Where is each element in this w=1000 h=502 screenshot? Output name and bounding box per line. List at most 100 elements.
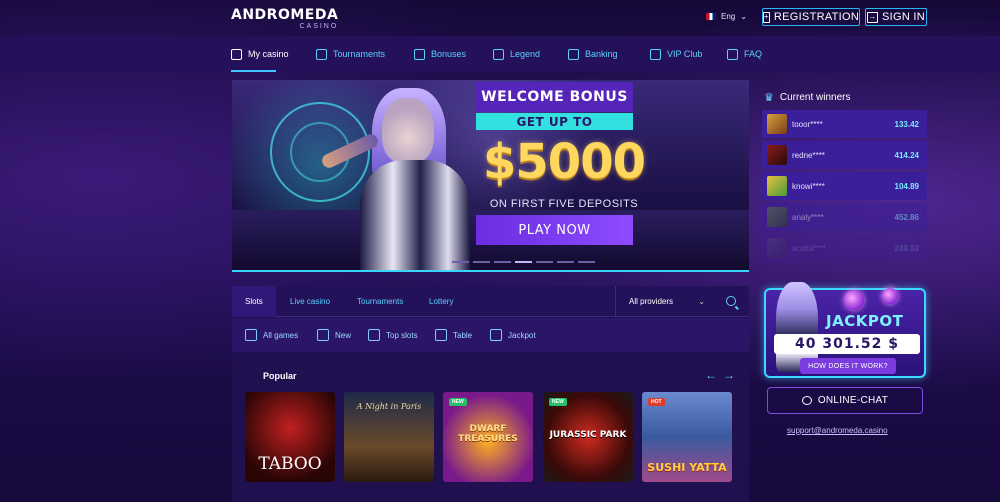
arrow-left-icon[interactable]: ← xyxy=(705,368,717,382)
nav-active-indicator xyxy=(231,70,276,72)
subcat-table[interactable]: Table xyxy=(435,318,472,352)
tab-lottery[interactable]: Lottery xyxy=(429,286,453,317)
winner-amount: 133.42 xyxy=(894,119,919,129)
slider-dot-active[interactable] xyxy=(515,261,532,263)
nav-item-legend[interactable]: Legend xyxy=(493,36,540,72)
subcat-top-slots[interactable]: Top slots xyxy=(368,318,418,352)
nav-label: FAQ xyxy=(744,49,763,59)
tab-tournaments[interactable]: Tournaments xyxy=(357,286,403,317)
jackpot-icon xyxy=(490,329,502,341)
game-tile-night-in-paris[interactable]: A Night in Paris xyxy=(344,392,434,482)
winner-game-thumb xyxy=(767,207,787,227)
support-email-link[interactable]: support@andromeda.casino xyxy=(787,426,888,435)
winner-amount: 414.24 xyxy=(894,150,919,160)
nav-item-vip-club[interactable]: VIP Club xyxy=(650,36,702,72)
winner-amount: 249.53 xyxy=(894,243,919,253)
winner-row[interactable]: redne**** 414.24 xyxy=(762,141,927,169)
legend-icon xyxy=(493,48,504,60)
logo[interactable]: ANDROMEDA CASINO xyxy=(231,7,338,31)
nav-item-banking[interactable]: Banking xyxy=(568,36,618,72)
top-bar: ANDROMEDA CASINO Eng ⌄ + REGISTRATION → … xyxy=(0,0,1000,36)
section-title: Popular xyxy=(263,371,297,381)
tab-live-casino[interactable]: Live casino xyxy=(290,286,330,317)
winner-user: redne**** xyxy=(792,150,825,160)
subcat-label: Table xyxy=(453,330,473,340)
winner-game-thumb xyxy=(767,176,787,196)
nav-label: Legend xyxy=(510,49,541,59)
logo-main-text: ANDROMEDA xyxy=(231,7,339,23)
sign-in-button[interactable]: → SIGN IN xyxy=(865,8,927,26)
winner-user: analy**** xyxy=(792,212,824,222)
winner-game-thumb xyxy=(767,114,787,134)
tab-slots[interactable]: Slots xyxy=(232,286,276,317)
online-chat-label: ONLINE-CHAT xyxy=(817,395,889,406)
language-selector[interactable]: Eng ⌄ xyxy=(706,12,747,21)
slider-dot[interactable] xyxy=(494,261,511,263)
subcat-label: Top slots xyxy=(386,330,418,340)
slider-dot[interactable] xyxy=(536,261,553,263)
winner-game-thumb xyxy=(767,238,787,258)
play-now-button[interactable]: PLAY NOW xyxy=(476,215,633,245)
jackpot-coin-icon xyxy=(882,288,898,304)
uk-flag-icon xyxy=(706,13,716,20)
winner-row[interactable]: knowi**** 104.89 xyxy=(762,172,927,200)
new-icon xyxy=(317,329,329,341)
character-face xyxy=(382,98,434,164)
search-icon[interactable] xyxy=(726,296,736,306)
slider-dots xyxy=(452,261,595,263)
jackpot-coin-icon xyxy=(844,290,864,310)
game-tile-sushi-yatta[interactable]: HOT SUSHI YATTA xyxy=(642,392,732,482)
nav-item-tournaments[interactable]: Tournaments xyxy=(316,36,385,72)
main-nav: My casino Tournaments Bonuses Legend Ban… xyxy=(0,36,1000,72)
subcat-label: Jackpot xyxy=(508,330,536,340)
nav-label: Tournaments xyxy=(333,49,386,59)
nav-label: Banking xyxy=(585,49,618,59)
subcat-label: All games xyxy=(263,330,299,340)
slider-dot[interactable] xyxy=(452,261,469,263)
vip-icon xyxy=(650,48,661,60)
winner-amount: 104.89 xyxy=(894,181,919,191)
game-title: JURASSIC PARK xyxy=(549,430,627,440)
welcome-bonus-banner[interactable]: WELCOME BONUS GET UP TO $5000 ON FIRST F… xyxy=(232,80,749,272)
game-tabs: Slots Live casino Tournaments Lottery Al… xyxy=(232,286,749,317)
jackpot-label: JACKPOT xyxy=(826,312,904,330)
registration-button[interactable]: + REGISTRATION xyxy=(762,8,860,26)
slider-dot[interactable] xyxy=(578,261,595,263)
winners-title: Current winners xyxy=(779,92,851,103)
table-icon xyxy=(435,329,447,341)
login-icon: → xyxy=(866,11,878,23)
slider-dot[interactable] xyxy=(473,261,490,263)
winner-user: scotta**** xyxy=(792,243,826,253)
arrow-right-icon[interactable]: → xyxy=(723,368,735,382)
jackpot-widget[interactable]: JACKPOT 40 301.52 $ HOW DOES IT WORK? xyxy=(764,282,926,378)
subcat-label: New xyxy=(335,330,352,340)
slider-dot[interactable] xyxy=(557,261,574,263)
game-tile-taboo[interactable]: TABOO xyxy=(245,392,335,482)
new-badge: NEW xyxy=(449,398,467,406)
banner-amount: $5000 xyxy=(483,134,646,190)
winner-row[interactable]: tooor**** 133.42 xyxy=(762,110,927,138)
plus-icon: + xyxy=(762,11,770,23)
banking-icon xyxy=(568,48,579,60)
online-chat-button[interactable]: ONLINE-CHAT xyxy=(767,387,923,414)
logo-sub-text: CASINO xyxy=(299,23,339,30)
banner-title: WELCOME BONUS xyxy=(476,82,633,112)
game-tile-dwarf-treasures[interactable]: NEW DWARF TREASURES xyxy=(443,392,533,482)
nav-item-my-casino[interactable]: My casino xyxy=(231,36,289,72)
subcategory-bar: All games New Top slots Table Jackpot xyxy=(232,318,749,352)
tournaments-icon xyxy=(316,48,327,60)
how-does-it-work-button[interactable]: HOW DOES IT WORK? xyxy=(800,358,896,374)
nav-item-bonuses[interactable]: Bonuses xyxy=(414,36,466,72)
subcat-all-games[interactable]: All games xyxy=(245,318,298,352)
nav-item-faq[interactable]: FAQ xyxy=(727,36,762,72)
nav-label: Bonuses xyxy=(431,49,467,59)
providers-select[interactable]: All providers ⌄ xyxy=(615,286,713,317)
jackpot-amount: 40 301.52 $ xyxy=(774,334,920,354)
faq-icon xyxy=(727,48,738,60)
game-tile-jurassic-park[interactable]: NEW JURASSIC PARK xyxy=(543,392,633,482)
subcat-jackpot[interactable]: Jackpot xyxy=(490,318,536,352)
winner-row[interactable]: scotta**** 249.53 xyxy=(762,234,927,262)
winner-row[interactable]: analy**** 452.86 xyxy=(762,203,927,231)
winner-user: knowi**** xyxy=(792,181,825,191)
subcat-new[interactable]: New xyxy=(317,318,351,352)
